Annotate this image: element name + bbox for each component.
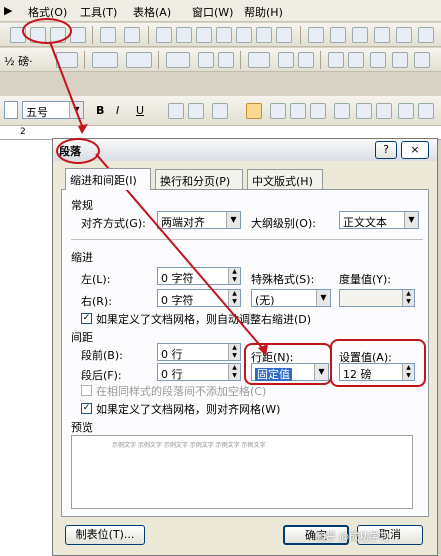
arrow-head-1	[78, 124, 88, 134]
annotation-arrows	[49, 41, 268, 356]
tab-indent-spacing[interactable]: 缩进和间距(I)	[65, 168, 151, 190]
arrow-line-1	[49, 41, 83, 127]
